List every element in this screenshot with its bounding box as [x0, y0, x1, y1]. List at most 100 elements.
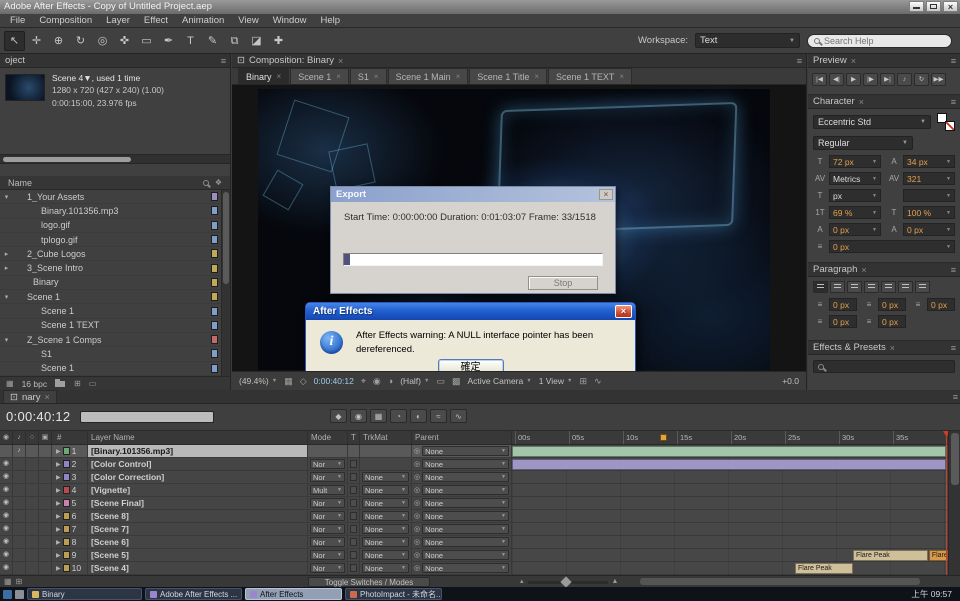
blend-mode-dropdown[interactable]: Nor	[310, 537, 345, 547]
video-toggle[interactable]: ◉	[0, 549, 13, 561]
scrollbar-thumb[interactable]	[3, 157, 131, 162]
taskbar-clock[interactable]: 上午 09:57	[911, 588, 957, 600]
project-item-row[interactable]: Scene 1	[0, 362, 221, 376]
panel-menu-icon[interactable]: ≡	[951, 56, 955, 66]
composition-panel-header[interactable]: ⊡ Composition: Binary × ≡	[232, 54, 806, 68]
quick-launch-icon[interactable]	[15, 590, 24, 599]
pickwhip-icon[interactable]: ◎	[414, 551, 420, 559]
field-value[interactable]: 321	[903, 172, 955, 185]
composition-tab[interactable]: Scene 1 Main ×	[388, 68, 469, 84]
preview-transport-button[interactable]: ↻	[914, 73, 929, 86]
close-icon[interactable]: ×	[456, 72, 461, 81]
expander-icon[interactable]: ▶	[56, 500, 61, 507]
audio-toggle[interactable]	[13, 484, 26, 496]
solo-toggle[interactable]	[26, 510, 39, 522]
layer-color-chip[interactable]	[63, 512, 70, 520]
project-item-row[interactable]: ▸ 2_Cube Logos	[0, 247, 221, 261]
composition-tab[interactable]: Scene 1 Title ×	[469, 68, 547, 84]
parent-dropdown[interactable]: None	[422, 446, 509, 456]
panel-menu-icon[interactable]: ≡	[951, 97, 955, 107]
preview-transport-button[interactable]: ▶|	[880, 73, 895, 86]
close-icon[interactable]: ×	[859, 97, 864, 107]
taskbar-window-button[interactable]: PhotoImpact - 未命名...	[345, 588, 442, 600]
paragraph-field[interactable]: ≡ 0 px	[862, 298, 906, 311]
eye-icon[interactable]: ◉	[0, 431, 13, 444]
paragraph-field[interactable]: ≡ 0 px	[911, 298, 955, 311]
tool-button-icon[interactable]: ⧉	[224, 31, 245, 51]
expand-layers-icon[interactable]: ▦	[4, 577, 12, 587]
preview-panel-header[interactable]: Preview × ≡	[808, 54, 960, 68]
expander-icon[interactable]: ▶	[56, 461, 61, 468]
blend-mode-dropdown[interactable]: Mult	[310, 485, 345, 495]
field-value[interactable]: 0 px	[878, 298, 906, 311]
character-field[interactable]: AV 321	[887, 172, 955, 185]
composition-marker[interactable]	[660, 434, 667, 441]
layer-row[interactable]: ◉ ▶ 4 [Vignette] Mult	[0, 484, 512, 497]
maximize-button[interactable]	[926, 1, 941, 12]
audio-toggle[interactable]	[13, 549, 26, 561]
lock-toggle[interactable]	[39, 523, 52, 535]
close-icon[interactable]: ×	[599, 189, 613, 200]
lock-toggle[interactable]	[39, 458, 52, 470]
fast-preview-icon[interactable]: ∿	[594, 376, 602, 387]
preserve-transparency-toggle[interactable]	[350, 499, 357, 507]
pickwhip-icon[interactable]: ◎	[414, 460, 420, 468]
blend-mode-dropdown[interactable]: Nor	[310, 563, 345, 573]
effects-search-input[interactable]	[828, 362, 950, 372]
window-title-bar[interactable]: Adobe After Effects - Copy of Untitled P…	[0, 0, 960, 14]
menu-item[interactable]: Effect	[137, 15, 175, 26]
project-bit-depth[interactable]: 16 bpc	[22, 379, 48, 389]
solo-toggle[interactable]	[26, 471, 39, 483]
layer-name[interactable]: [Scene 7]	[88, 523, 308, 535]
video-toggle[interactable]: ◉	[0, 536, 13, 548]
layer-name[interactable]: [Color Correction]	[88, 471, 308, 483]
close-icon[interactable]: ×	[615, 305, 632, 318]
composition-tab[interactable]: Scene 1 ×	[290, 68, 349, 84]
timeline-toolbar-icon[interactable]: ◆	[330, 409, 347, 423]
project-item-row[interactable]: ▾ Z_Scene 1 Comps	[0, 333, 221, 347]
lock-toggle[interactable]	[39, 510, 52, 522]
zoom-slider[interactable]	[528, 581, 608, 584]
solo-toggle[interactable]	[26, 536, 39, 548]
composition-viewport[interactable]: Export × Start Time: 0:00:00:00 Duration…	[232, 85, 806, 371]
label-color-chip[interactable]	[211, 321, 218, 330]
justify-last-center-button[interactable]	[881, 281, 896, 293]
scrollbar-thumb[interactable]	[951, 433, 959, 485]
layer-row[interactable]: ◉ ▶ 3 [Color Correction] Nor	[0, 471, 512, 484]
expander-icon[interactable]: ▶	[56, 552, 61, 559]
blend-mode-dropdown[interactable]: Nor	[310, 472, 345, 482]
flowchart-icon[interactable]: ❖	[215, 178, 222, 187]
parent-dropdown[interactable]: None	[422, 511, 509, 521]
parent-dropdown[interactable]: None	[422, 459, 509, 469]
timeline-toolbar-icon[interactable]: ◔	[390, 409, 407, 423]
field-value[interactable]: 0 px	[878, 315, 906, 328]
preserve-transparency-toggle[interactable]	[350, 551, 357, 559]
tool-button-icon[interactable]: ↻	[70, 31, 91, 51]
project-item-row[interactable]: ▾ Scene 1	[0, 290, 221, 304]
video-toggle[interactable]: ◉	[0, 510, 13, 522]
field-value[interactable]: 69 %	[829, 206, 881, 219]
video-toggle[interactable]: ◉	[0, 562, 13, 574]
tool-button-icon[interactable]: ✚	[268, 31, 289, 51]
expander-icon[interactable]: ▶	[56, 539, 61, 546]
timeline-ruler[interactable]: 00s05s10s15s20s25s30s35s	[512, 431, 948, 445]
mask-visibility-icon[interactable]: ◇	[300, 376, 307, 387]
label-color-chip[interactable]	[211, 307, 218, 316]
blend-mode-dropdown[interactable]: Nor	[310, 524, 345, 534]
character-field[interactable]: T 72 px	[813, 155, 881, 168]
solo-icon[interactable]: ○	[26, 431, 39, 444]
quick-launch-icon[interactable]	[3, 590, 12, 599]
twisty-icon[interactable]: ▾	[2, 336, 11, 344]
blend-mode-dropdown[interactable]: Nor	[310, 459, 345, 469]
layer-row[interactable]: ♪ ▶ 1 [Binary.101356.mp3]	[0, 445, 512, 458]
field-value[interactable]	[903, 189, 955, 202]
parent-dropdown[interactable]: None	[422, 537, 509, 547]
expander-icon[interactable]: ▶	[56, 513, 61, 520]
layer-color-chip[interactable]	[63, 564, 70, 572]
align-right-button[interactable]	[847, 281, 862, 293]
delete-icon[interactable]: ▭	[89, 379, 97, 388]
align-left-button[interactable]	[813, 281, 828, 293]
character-field[interactable]: T px	[813, 189, 881, 202]
twisty-icon[interactable]: ▸	[2, 250, 11, 258]
effects-presets-header[interactable]: Effects & Presets × ≡	[808, 341, 960, 355]
